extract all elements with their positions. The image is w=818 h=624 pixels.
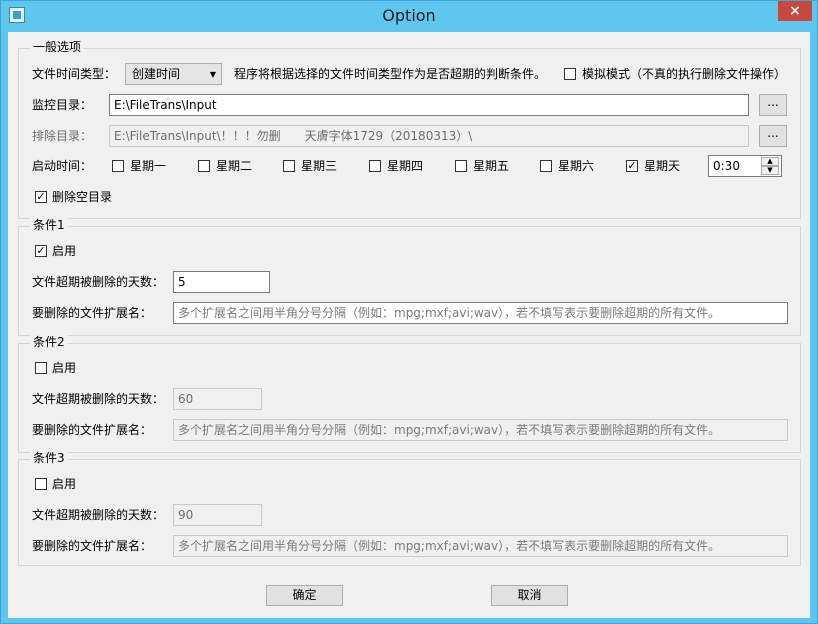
condition-enable-label: 启用 bbox=[52, 477, 77, 491]
weekday-label: 星期四 bbox=[387, 159, 424, 173]
condition-ext-input[interactable]: 多个扩展名之间用半角分号分隔（例如：mpg;mxf;avi;wav），若不填写表… bbox=[173, 419, 788, 441]
start-time-value: 0:30 bbox=[713, 159, 740, 173]
weekday-label: 星期一 bbox=[130, 159, 167, 173]
monitor-dir-input[interactable]: E:\FileTrans\Input bbox=[109, 94, 749, 116]
weekday-checkbox[interactable] bbox=[198, 160, 210, 172]
weekday-label: 星期六 bbox=[558, 159, 595, 173]
exclude-dir-input[interactable]: E:\FileTrans\Input\！！！勿删 天膚字体1729（201803… bbox=[109, 125, 749, 147]
condition-days-label: 文件超期被删除的天数： bbox=[32, 275, 165, 289]
condition-enable-checkbox[interactable] bbox=[35, 478, 47, 490]
condition-enable-label: 启用 bbox=[52, 361, 77, 375]
condition-legend: 条件3 bbox=[30, 451, 68, 465]
weekday-checkbox[interactable] bbox=[540, 160, 552, 172]
weekday-checkbox[interactable] bbox=[283, 160, 295, 172]
time-type-label: 文件时间类型： bbox=[32, 67, 117, 81]
time-type-select[interactable]: 创建时间 ▼ bbox=[125, 63, 222, 85]
condition-legend: 条件2 bbox=[30, 335, 68, 349]
exclude-dir-label: 排除目录： bbox=[32, 129, 93, 143]
weekday-checkbox[interactable] bbox=[455, 160, 467, 172]
monitor-dir-label: 监控目录： bbox=[32, 98, 93, 112]
start-time-down-button[interactable]: ▼ bbox=[761, 166, 779, 175]
condition-days-label: 文件超期被删除的天数： bbox=[32, 508, 165, 522]
time-type-hint: 程序将根据选择的文件时间类型作为是否超期的判断条件。 bbox=[234, 67, 547, 81]
start-time-label: 启动时间： bbox=[32, 159, 93, 173]
condition-enable-checkbox[interactable]: ✓ bbox=[35, 245, 47, 257]
time-type-value: 创建时间 bbox=[132, 67, 181, 81]
delete-empty-label: 删除空目录 bbox=[52, 190, 113, 204]
simulate-mode-checkbox[interactable] bbox=[564, 68, 576, 80]
condition-days-input[interactable]: 60 bbox=[173, 388, 262, 410]
condition-days-input[interactable]: 90 bbox=[173, 504, 262, 526]
weekday-label: 星期二 bbox=[216, 159, 253, 173]
condition-ext-label: 要删除的文件扩展名： bbox=[32, 423, 153, 437]
general-options-legend: 一般选项 bbox=[30, 40, 85, 54]
monitor-browse-button[interactable]: ... bbox=[759, 94, 787, 116]
condition-ext-label: 要删除的文件扩展名： bbox=[32, 539, 153, 553]
start-time-up-button[interactable]: ▲ bbox=[761, 157, 779, 166]
condition-ext-label: 要删除的文件扩展名： bbox=[32, 306, 153, 320]
simulate-mode-label: 模拟模式（不真的执行删除文件操作） bbox=[582, 67, 787, 81]
condition-ext-input[interactable]: 多个扩展名之间用半角分号分隔（例如：mpg;mxf;avi;wav），若不填写表… bbox=[173, 535, 788, 557]
ok-button[interactable]: 确定 bbox=[266, 585, 343, 606]
title-bar[interactable]: Option × bbox=[1, 1, 817, 32]
exclude-browse-button[interactable]: ... bbox=[759, 125, 787, 147]
weekday-label: 星期三 bbox=[301, 159, 338, 173]
delete-empty-checkbox[interactable]: ✓ bbox=[35, 191, 47, 203]
condition-legend: 条件1 bbox=[30, 218, 68, 232]
chevron-down-icon: ▼ bbox=[209, 70, 216, 79]
condition-days-label: 文件超期被删除的天数： bbox=[32, 392, 165, 406]
weekday-label: 星期天 bbox=[644, 159, 681, 173]
weekday-label: 星期五 bbox=[473, 159, 510, 173]
option-window: Option × 一般选项 文件时间类型： 创建时间 ▼ 程序将根据选择的文件时… bbox=[0, 0, 818, 624]
condition-enable-checkbox[interactable] bbox=[35, 362, 47, 374]
weekday-checkbox[interactable]: ✓ bbox=[626, 160, 638, 172]
condition-enable-label: 启用 bbox=[52, 244, 77, 258]
dialog-body: 一般选项 文件时间类型： 创建时间 ▼ 程序将根据选择的文件时间类型作为是否超期… bbox=[8, 32, 810, 618]
condition-ext-input[interactable]: 多个扩展名之间用半角分号分隔（例如：mpg;mxf;avi;wav），若不填写表… bbox=[173, 302, 788, 324]
weekday-checkbox[interactable] bbox=[369, 160, 381, 172]
weekday-checkbox[interactable] bbox=[112, 160, 124, 172]
cancel-button[interactable]: 取消 bbox=[491, 585, 568, 606]
close-button[interactable]: × bbox=[778, 1, 812, 21]
condition-days-input[interactable]: 5 bbox=[173, 271, 270, 293]
window-title: Option bbox=[382, 6, 436, 25]
